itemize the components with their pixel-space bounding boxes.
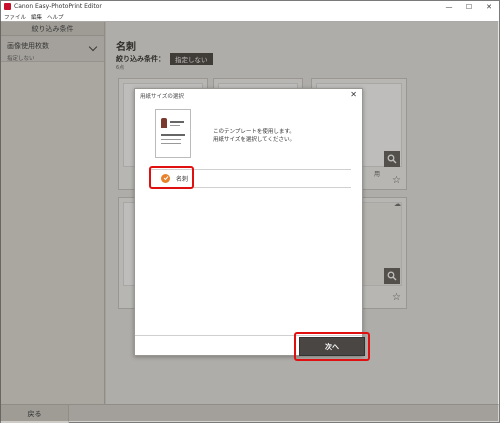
dialog-description-line2: 用紙サイズを選択してください。 (213, 137, 296, 143)
minimize-button[interactable]: — (439, 1, 459, 12)
dialog-description-line1: このテンプレートを使用します。 (213, 129, 295, 135)
option-highlight (149, 166, 194, 189)
preview-line (161, 134, 185, 136)
preview-photo (161, 118, 167, 128)
preview-line (170, 121, 184, 123)
close-window-button[interactable]: ✕ (479, 1, 499, 12)
menu-file[interactable]: ファイル (4, 13, 26, 21)
paper-size-dialog: 用紙サイズの選択 ✕ このテンプレートを使用します。 用紙サイズを選択してくださ… (134, 88, 363, 356)
close-icon[interactable]: ✕ (350, 90, 357, 99)
app-logo-icon (4, 3, 11, 10)
preview-line (170, 125, 180, 126)
template-preview (155, 109, 191, 158)
menu-help[interactable]: ヘルプ (47, 13, 64, 21)
next-button-highlight (294, 332, 370, 361)
window-controls: — ☐ ✕ (439, 1, 499, 12)
maximize-button[interactable]: ☐ (459, 1, 479, 12)
title-bar: Canon Easy-PhotoPrint Editor — ☐ ✕ (1, 1, 499, 12)
preview-line (161, 139, 181, 140)
window-title: Canon Easy-PhotoPrint Editor (14, 3, 102, 10)
menu-edit[interactable]: 編集 (31, 13, 42, 21)
dialog-title: 用紙サイズの選択 (140, 94, 184, 100)
preview-line (161, 143, 181, 144)
